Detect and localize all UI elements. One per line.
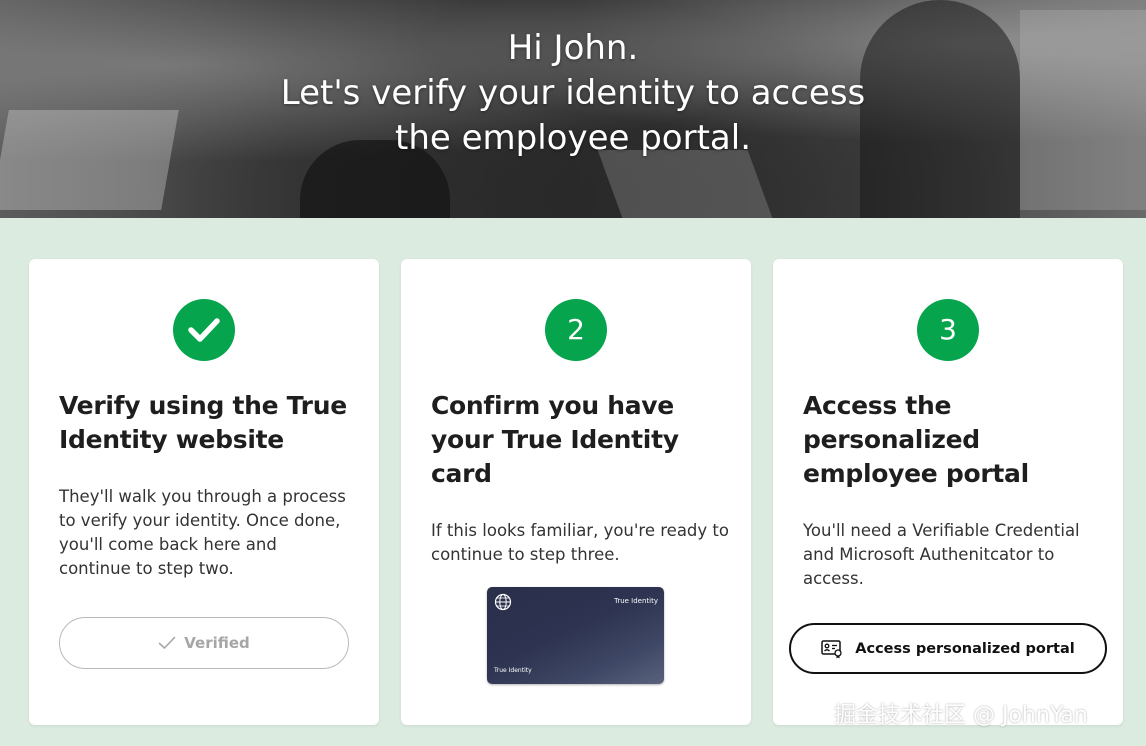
check-icon: [158, 636, 176, 649]
card-brand-label: True Identity: [614, 597, 658, 605]
true-identity-card-image: True Identity True Identity: [487, 587, 664, 684]
step-title: Confirm you have your True Identity card: [431, 389, 731, 491]
verified-button-label: Verified: [184, 634, 250, 652]
step-card-access: 3 Access the personalized employee porta…: [773, 259, 1123, 725]
step-title-line: Confirm you have: [431, 391, 674, 420]
step-title-line: card: [431, 459, 492, 488]
step-title-line: Access the: [803, 391, 952, 420]
step-description: They'll walk you through a process to ve…: [59, 487, 346, 578]
step-title-line: your True Identity: [431, 425, 679, 454]
step-complete-badge: [173, 299, 235, 361]
verified-button[interactable]: Verified: [59, 617, 349, 669]
hero-greeting: Hi John.: [507, 28, 639, 68]
step-card-verify: Verify using the True Identity website T…: [29, 259, 379, 725]
step-title-line: Identity website: [59, 425, 284, 454]
access-portal-button-label: Access personalized portal: [855, 640, 1075, 657]
step-description: You'll need a Verifiable Credential and …: [803, 521, 1080, 588]
step-title-line: employee portal: [803, 459, 1029, 488]
step-description: If this looks familiar, you're ready to …: [431, 521, 729, 564]
step-number-badge: 2: [545, 299, 607, 361]
step-card-confirm: 2 Confirm you have your True Identity ca…: [401, 259, 751, 725]
access-portal-button[interactable]: Access personalized portal: [789, 623, 1107, 674]
card-footer-label: True Identity: [494, 667, 532, 674]
credential-badge-icon: [821, 639, 842, 658]
step-title: Verify using the True Identity website: [59, 389, 359, 457]
step-title-line: Verify using the True: [59, 391, 347, 420]
watermark: 掘金技术社区 @ JohnYan: [834, 703, 1088, 728]
step-title-line: personalized: [803, 425, 980, 454]
checkmark-icon: [188, 318, 220, 342]
globe-icon: [494, 593, 512, 611]
hero-subheading-line1: Let's verify your identity to access: [280, 73, 866, 113]
step-title: Access the personalized employee portal: [803, 389, 1103, 491]
hero-heading: Hi John. Let's verify your identity to a…: [0, 26, 1146, 161]
hero-subheading-line2: the employee portal.: [394, 118, 752, 158]
hero-banner: Hi John. Let's verify your identity to a…: [0, 0, 1146, 218]
step-number-badge: 3: [917, 299, 979, 361]
